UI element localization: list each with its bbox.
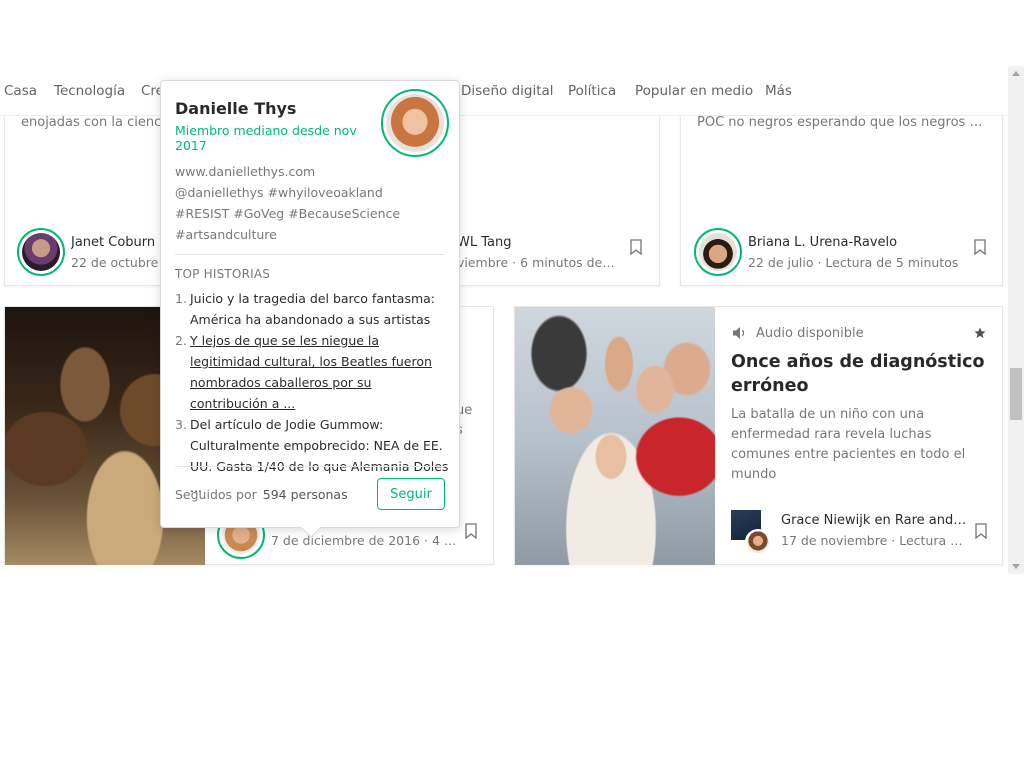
top-story-title[interactable]: Juicio y la tragedia del barco fantasma:… xyxy=(190,291,435,327)
story-snippet: POC no negros esperando que los negros y… xyxy=(697,116,987,130)
top-story-item[interactable]: 1. Juicio y la tragedia del barco fantas… xyxy=(175,288,449,330)
bookmark-icon[interactable] xyxy=(465,523,477,539)
audio-available-label: Audio disponible xyxy=(756,326,864,341)
nav-digital-design[interactable]: Diseño digital xyxy=(461,83,554,99)
bookmark-icon[interactable] xyxy=(975,523,987,539)
top-story-number: 3. xyxy=(175,417,187,432)
scroll-down-icon[interactable] xyxy=(1012,564,1020,569)
story-subtitle[interactable]: La batalla de un niño con una enfermedad… xyxy=(731,405,993,485)
bio-line[interactable]: www.daniellethys.com xyxy=(175,161,445,182)
page-scrollbar[interactable] xyxy=(1008,66,1024,574)
nav-politics[interactable]: Política xyxy=(568,83,616,99)
author-popover: Danielle Thys Miembro mediano desde nov … xyxy=(160,80,460,538)
story-title[interactable]: Once años de diagnóstico erróneo xyxy=(731,350,986,398)
bio-line: @daniellethys #whyiloveoakland xyxy=(175,185,383,200)
top-story-number: 2. xyxy=(175,333,187,348)
top-story-number: 1. xyxy=(175,291,187,306)
story-meta: 7 de diciembre de 2016 · 4 m... xyxy=(271,533,457,548)
audio-icon xyxy=(733,327,745,339)
bio-line: #RESIST #GoVeg #BecauseScience xyxy=(175,206,401,221)
nav-more[interactable]: Más xyxy=(765,83,792,99)
bio-line: #artsandculture xyxy=(175,227,277,242)
story-card[interactable]: POC no negros esperando que los negros y… xyxy=(680,116,1003,286)
author-avatar[interactable] xyxy=(694,228,742,276)
star-icon xyxy=(974,327,986,338)
popover-bio: www.daniellethys.com @daniellethys #whyi… xyxy=(175,161,445,245)
story-meta: 22 de julio · Lectura de 5 minutos xyxy=(748,255,959,270)
story-meta: 17 de noviembre · Lectura d... xyxy=(781,533,967,548)
nav-popular[interactable]: Popular en medio xyxy=(635,83,753,99)
topic-navbar: Casa Tecnología Cre Diseño digital Polít… xyxy=(0,66,1008,116)
feature-story-card[interactable]: Audio disponible Once años de diagnóstic… xyxy=(514,306,1003,565)
author-name[interactable]: WL Tang xyxy=(457,235,557,250)
author-avatar[interactable] xyxy=(745,529,771,555)
nav-home[interactable]: Casa xyxy=(4,83,37,99)
popover-avatar[interactable] xyxy=(381,89,449,157)
popover-member-since: Miembro mediano desde nov 2017 xyxy=(175,123,357,153)
story-meta: viembre · 6 minutos de l... xyxy=(457,255,615,270)
popover-divider xyxy=(175,254,445,255)
followers-label: Seguidos por xyxy=(175,487,257,502)
scroll-up-icon[interactable] xyxy=(1012,71,1020,76)
followers-count[interactable]: 594 personas xyxy=(263,487,348,502)
popover-divider xyxy=(175,466,445,467)
followers-info: Seguidos por 594 personas xyxy=(175,487,348,502)
bookmark-icon[interactable] xyxy=(630,239,642,255)
scrollbar-thumb[interactable] xyxy=(1010,368,1022,420)
top-stories-heading: TOP HISTORIAS xyxy=(175,267,271,281)
author-name[interactable]: Grace Niewijk en Rare and O... xyxy=(781,513,967,528)
author-name[interactable]: Briana L. Urena-Ravelo xyxy=(748,235,988,250)
top-story-title[interactable]: Y lejos de que se les niegue la legitimi… xyxy=(190,333,432,411)
story-photo-family[interactable] xyxy=(515,307,715,565)
popover-author-name[interactable]: Danielle Thys xyxy=(175,99,296,118)
bookmark-icon[interactable] xyxy=(974,239,986,255)
follow-button[interactable]: Seguir xyxy=(377,478,445,510)
top-story-item[interactable]: 2. Y lejos de que se les niegue la legit… xyxy=(175,330,449,414)
author-avatar[interactable] xyxy=(17,228,65,276)
feed-content: enojadas con la ciencia Janet Coburn 22 … xyxy=(0,116,1008,574)
nav-technology[interactable]: Tecnología xyxy=(54,83,125,99)
